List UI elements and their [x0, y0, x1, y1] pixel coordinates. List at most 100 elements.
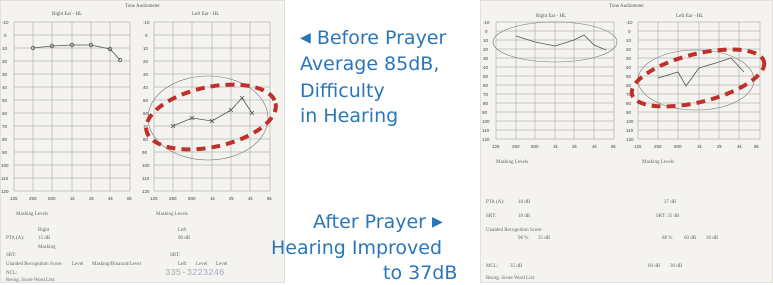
freq-tick: 500 [188, 196, 196, 201]
right-ear-threshold-line [32, 44, 121, 61]
right-ear-audiogram-grid: -10 0 10 20 30 40 50 60 70 80 90 100 110… [482, 20, 618, 149]
freq-tick: 2k [717, 144, 723, 149]
doc-title: Tone Audiometer [609, 4, 644, 9]
masking-levels-label: Masking Levels [156, 212, 189, 217]
recog-score-label: Recog. Score Word List: [486, 276, 536, 281]
freq-tick: 4k [248, 196, 254, 201]
db-tick: -10 [626, 20, 633, 25]
pta-right-value: 15 dB [38, 236, 51, 241]
db-tick: 110 [142, 176, 150, 181]
db-tick: 80 [483, 101, 489, 106]
db-tick: 60 [626, 83, 632, 88]
db-tick: 120 [482, 137, 490, 142]
score-heading: Masking/Binaural/Level [92, 262, 141, 267]
db-tick: 60 [2, 111, 8, 116]
db-tick: 90 [626, 110, 632, 115]
score-heading: Level [72, 262, 84, 267]
freq-tick: 4k [592, 144, 598, 149]
db-tick: 40 [143, 85, 149, 90]
db-tick: 20 [2, 59, 8, 64]
db-tick: 10 [2, 46, 8, 51]
before-caption-line3: Difficulty [300, 80, 385, 102]
db-tick: 40 [483, 65, 489, 70]
db-tick: 100 [482, 119, 490, 124]
mcl-label: MCL: [486, 264, 499, 269]
db-tick: 100 [1, 163, 9, 168]
freq-tick: 8k [754, 144, 760, 149]
freq-tick: 500 [48, 196, 56, 201]
freq-tick: 125 [150, 196, 158, 201]
before-caption-line4: in Hearing [300, 105, 399, 127]
mcl-left-value: 60 dB [648, 264, 661, 269]
srt-right-value: 18 dB [518, 214, 531, 219]
masking-levels-label: Masking Levels [16, 212, 49, 217]
db-tick: 50 [2, 98, 8, 103]
db-tick: 50 [483, 74, 489, 79]
pta-left-value: 37 dB [664, 200, 677, 205]
left-ear-audiogram-grid: -10 0 10 20 30 40 50 60 70 80 90 100 110… [626, 20, 767, 149]
score-heading: Level [196, 262, 208, 267]
left-ear-threshold-line [657, 57, 745, 87]
right-ear-heading: Right Ear - HL [52, 12, 83, 17]
right-score-value: 96 % [518, 236, 529, 241]
db-tick: -10 [143, 20, 150, 25]
score-heading: Left [178, 262, 187, 267]
left-score-value: 88 % [662, 236, 673, 241]
freq-tick: 1k [553, 144, 559, 149]
db-tick: 100 [142, 163, 150, 168]
db-tick: 20 [143, 59, 149, 64]
masking-levels-label: Masking Levels [642, 160, 675, 165]
freq-tick: 2k [89, 196, 95, 201]
masking-levels-label: Masking Levels [496, 160, 529, 165]
right-ear-heading: Right Ear - HL [536, 14, 567, 19]
db-tick: 30 [143, 72, 149, 77]
right-ear-threshold-markers [30, 42, 123, 63]
ncl-label: NCL: [6, 271, 18, 276]
db-tick: 80 [626, 101, 632, 106]
left-ear-heading: Left Ear - HL [676, 14, 704, 19]
triangle-left-icon: ◀ [300, 30, 311, 46]
db-tick: 0 [485, 29, 488, 34]
db-tick: 110 [482, 128, 490, 133]
db-tick: -10 [2, 20, 9, 25]
db-tick: -10 [483, 20, 490, 25]
freq-tick: 1k [70, 196, 76, 201]
db-tick: 20 [626, 47, 632, 52]
freq-tick: 2k [229, 196, 235, 201]
db-tick: 120 [626, 137, 634, 142]
db-tick: 0 [4, 33, 7, 38]
freq-tick: 2k [572, 144, 578, 149]
left-masking-value: 30 dB [706, 236, 719, 241]
freq-tick: 250 [654, 144, 662, 149]
pta-right-value: 18 dB [518, 200, 531, 205]
db-tick: 50 [143, 98, 149, 103]
faded-stamp: 335-3223246 [165, 268, 225, 278]
srt-label: SRT: [486, 214, 497, 219]
freq-tick: 8k [267, 196, 273, 201]
pencil-circle [637, 49, 755, 111]
db-tick: 80 [143, 137, 149, 142]
db-tick: 0 [628, 29, 631, 34]
freq-tick: 125 [492, 144, 500, 149]
db-tick: 30 [2, 72, 8, 77]
mcl-right-value: 35 dB [510, 264, 523, 269]
db-tick: 120 [142, 189, 150, 194]
db-tick: 60 [143, 111, 149, 116]
db-tick: 90 [2, 150, 8, 155]
left-ear-audiogram-grid: -10 0 10 20 30 40 50 60 70 80 90 100 110… [142, 20, 278, 201]
db-tick: 40 [626, 65, 632, 70]
srt-label: SRT: [170, 253, 181, 258]
db-tick: 0 [145, 33, 148, 38]
freq-tick: 250 [169, 196, 177, 201]
left-label: Left [178, 228, 187, 233]
left-level-value: 60 dB [684, 236, 697, 241]
freq-tick: 8k [611, 144, 617, 149]
mcl-left-masking-value: 30 dB [670, 264, 683, 269]
db-tick: 20 [483, 47, 489, 52]
unaided-recognition-label: Unaided Recognition Score: [486, 228, 543, 233]
before-caption-line1: ◀ Before Prayer [300, 27, 447, 49]
after-caption-line2: Hearing Improved [271, 237, 443, 259]
srt-label: SRT: [6, 253, 17, 258]
right-ear-audiogram-grid: -10 0 10 20 30 40 50 60 70 80 90 100 110… [1, 20, 133, 201]
db-tick: 60 [483, 83, 489, 88]
